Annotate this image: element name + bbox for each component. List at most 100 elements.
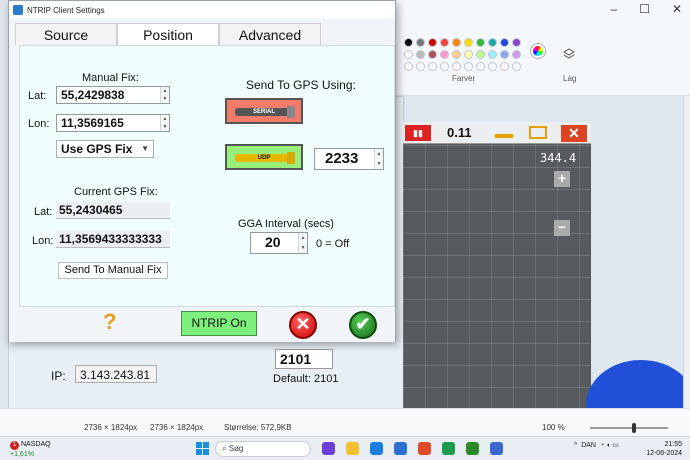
ok-button[interactable]: ✔ [349,311,377,339]
tab-advanced[interactable]: Advanced [219,23,321,45]
tab-position[interactable]: Position [117,23,219,46]
color-swatch[interactable] [476,38,485,47]
maximize-icon[interactable]: ☐ [639,2,650,16]
gga-note: 0 = Off [316,238,350,250]
color-swatch[interactable] [428,38,437,47]
ntrip-on-button[interactable]: NTRIP On [181,311,257,336]
dialog-titlebar[interactable]: NTRIP Client Settings [9,1,395,19]
app-icon[interactable] [322,442,335,455]
paint-icon[interactable] [490,442,503,455]
map-heading: 344.4 [540,151,577,165]
colors-label: Farver [452,74,476,83]
lat-spinner[interactable]: ▲ ▼ [160,87,169,103]
send-to-gps-heading: Send To GPS Using: [246,78,356,92]
color-swatch[interactable] [464,50,473,59]
color-swatch[interactable] [404,38,413,47]
tab-source[interactable]: Source [15,23,117,45]
cancel-button[interactable]: ✕ [289,311,317,339]
store-icon[interactable] [394,442,407,455]
color-swatch[interactable] [464,62,473,71]
ip-label: IP: [51,369,66,383]
color-swatch[interactable] [476,50,485,59]
color-swatch[interactable] [512,62,521,71]
map-speed: 0.11 [447,125,472,140]
start-icon[interactable] [196,442,209,455]
clock[interactable]: 21:55 12-06-2024 [646,440,682,458]
maps-icon[interactable] [442,442,455,455]
layers-icon[interactable] [563,48,575,60]
status-selection: 2736 × 1824px [150,423,204,432]
color-swatch[interactable] [464,38,473,47]
ethernet-cable-icon: UDP [235,154,293,162]
manual-lat-input[interactable]: 55,2429838 ▲ ▼ [56,86,170,104]
manual-lat-label: Lat: [28,90,47,102]
agopengps-icon[interactable] [466,442,479,455]
manual-lon-input[interactable]: 11,3569165 ▲ ▼ [56,114,170,132]
zoom-out-icon[interactable]: − [554,220,570,236]
zoom-in-icon[interactable]: + [554,171,570,187]
gga-interval-input[interactable]: 20 ▲ ▼ [250,232,308,254]
color-swatch[interactable] [452,62,461,71]
ip-field[interactable]: 3.143.243.81 [75,365,157,383]
color-swatch[interactable] [404,50,413,59]
gga-spinner[interactable]: ▲ ▼ [298,233,307,253]
folder-icon[interactable] [346,442,359,455]
color-swatch[interactable] [488,62,497,71]
color-swatch[interactable] [500,50,509,59]
port-field[interactable]: 2101 [275,349,333,369]
color-swatch[interactable] [416,50,425,59]
minimize-bar-icon[interactable] [495,134,513,138]
color-swatch[interactable] [440,50,449,59]
zoom-slider[interactable] [590,427,668,429]
close-icon[interactable]: ✕ [672,2,682,16]
color-swatch[interactable] [452,50,461,59]
window-box-icon[interactable] [529,126,547,139]
chrome-icon[interactable] [418,442,431,455]
manual-fix-heading: Manual Fix: [82,72,139,84]
color-swatch[interactable] [452,38,461,47]
default-port-label: Default: 2101 [273,373,339,385]
serial-button[interactable]: SERIAL [225,98,303,124]
udp-button[interactable]: UDP [225,144,303,170]
color-swatch[interactable] [428,50,437,59]
taskbar-search[interactable]: ⌕ Søg [215,441,311,457]
ntrip-settings-dialog: NTRIP Client Settings Source Position Ad… [8,0,396,342]
udp-port-input[interactable]: 2233 ▲ ▼ [314,148,384,170]
help-icon[interactable]: ? [103,309,116,335]
gps-fix-value: Use GPS Fix [61,142,133,156]
color-swatch[interactable] [512,50,521,59]
edge-icon[interactable] [370,442,383,455]
serial-cable-icon: SERIAL [235,108,293,116]
color-swatch[interactable] [416,62,425,71]
color-swatch[interactable] [440,62,449,71]
minimize-icon[interactable]: – [610,2,617,16]
language-indicator[interactable]: DAN [581,442,596,449]
color-swatch[interactable] [476,62,485,71]
color-swatch[interactable] [404,62,413,71]
current-fix-heading: Current GPS Fix: [74,186,158,198]
color-swatch[interactable] [416,38,425,47]
port-spinner[interactable]: ▲ ▼ [374,149,383,169]
color-swatch[interactable] [488,38,497,47]
stock-name: NASDAQ [21,441,51,448]
scrollbar[interactable] [683,96,690,416]
color-swatch[interactable] [440,38,449,47]
color-swatch[interactable] [500,38,509,47]
gps-fix-select[interactable]: Use GPS Fix ▼ [56,140,154,158]
map-canvas[interactable] [403,122,591,410]
lon-spinner[interactable]: ▲ ▼ [160,115,169,131]
zoom-knob[interactable] [632,423,636,433]
dialog-title: NTRIP Client Settings [27,5,105,15]
send-to-manual-fix-button[interactable]: Send To Manual Fix [58,262,168,279]
color-swatch[interactable] [500,62,509,71]
color-swatch[interactable] [512,38,521,47]
notification-badge: 1 [10,441,19,450]
map-close-icon[interactable]: ✕ [561,125,587,142]
system-tray[interactable]: ^ DAN ◔ ◖ ▭ [574,441,619,449]
edit-colors-icon[interactable] [531,44,545,58]
zoom-level[interactable]: 100 % [542,423,565,432]
stock-widget[interactable]: 1 NASDAQ +1,61% [10,440,51,459]
color-swatch[interactable] [428,62,437,71]
color-swatch[interactable] [488,50,497,59]
manual-lat-value: 55,2429838 [61,88,125,102]
